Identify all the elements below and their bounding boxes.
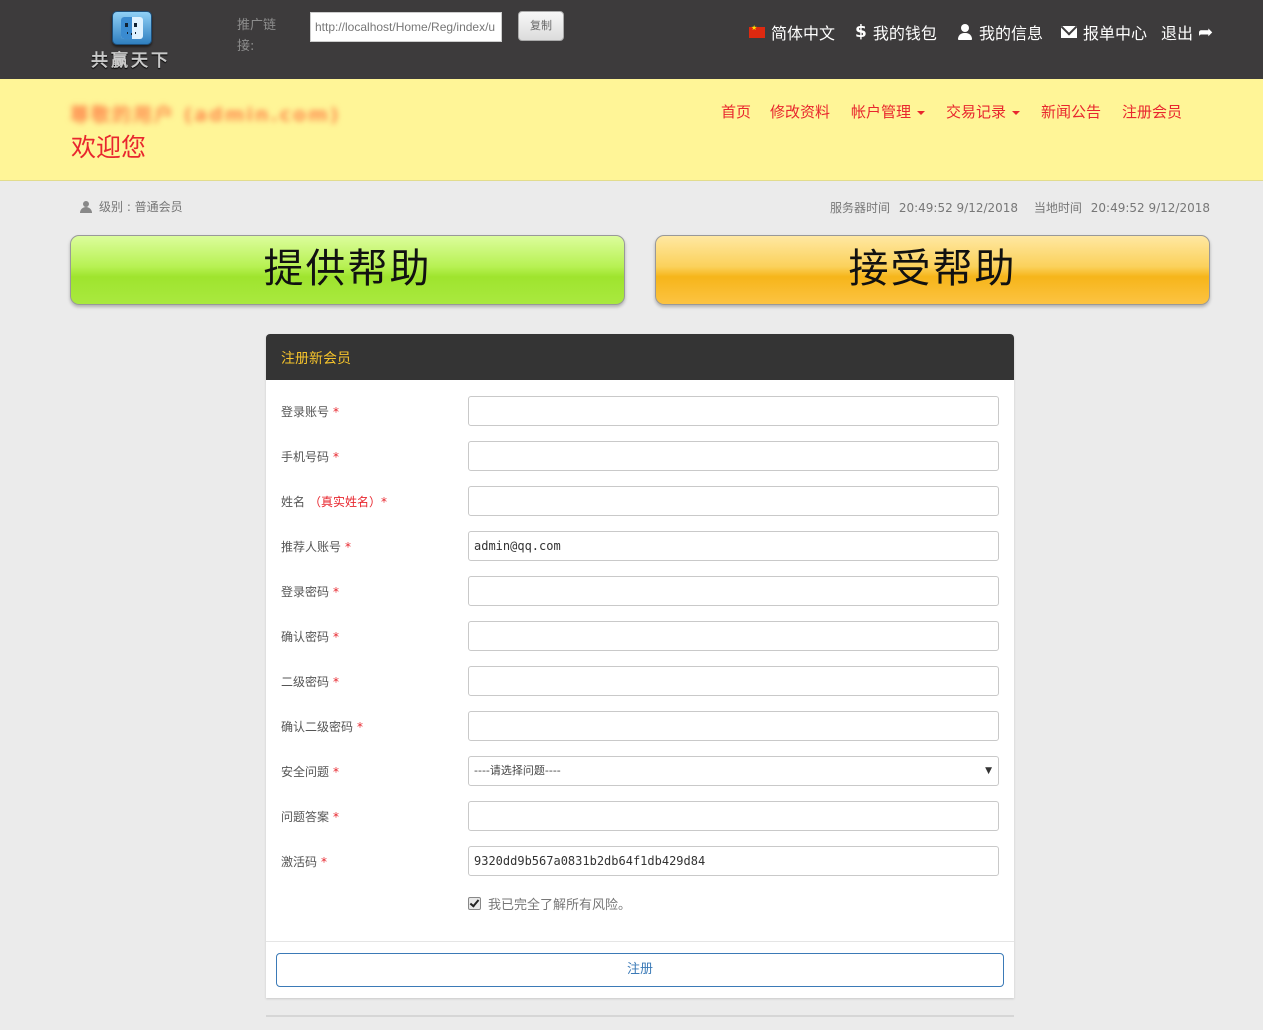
wallet-label: 我的钱包 <box>872 24 937 43</box>
user-name-blurred: 尊敬的用户 (admin.com) <box>70 104 341 126</box>
china-flag-icon <box>749 24 765 38</box>
member-level-text: 级别 : 普通会员 <box>99 200 183 214</box>
form-row-activation-code: 激活码 * 9320dd9b567a0831b2db64f1db429d84 <box>266 846 1014 876</box>
user-icon <box>80 200 92 213</box>
confirm-password-input[interactable] <box>468 621 999 651</box>
dropdown-arrow-icon: ▼ <box>985 766 992 776</box>
panel-divider <box>266 941 1014 942</box>
nav-account-management[interactable]: 帐户管理 <box>851 100 926 124</box>
activation-code-input[interactable]: 9320dd9b567a0831b2db64f1db429d84 <box>468 846 999 876</box>
copy-button[interactable]: 复制 <box>518 11 564 41</box>
answer-input[interactable] <box>468 801 999 831</box>
accept-help-button[interactable]: 接受帮助 <box>655 235 1210 305</box>
user-icon <box>957 24 973 40</box>
security-question-value: ----请选择问题---- <box>474 764 561 777</box>
password-input[interactable] <box>468 576 999 606</box>
agree-checkbox[interactable] <box>468 897 481 910</box>
nav-home[interactable]: 首页 <box>721 100 751 124</box>
register-submit-button[interactable]: 注册 <box>276 953 1004 987</box>
account-management-label: 帐户管理 <box>851 103 912 121</box>
member-level: 级别 : 普通会员 <box>80 198 183 215</box>
risk-agreement[interactable]: 我已完全了解所有风险。 <box>468 894 631 913</box>
share-arrow-icon: ➦ <box>1198 21 1214 43</box>
form-row-phone: 手机号码 * <box>266 441 1014 471</box>
field-label: 确认二级密码 * <box>281 720 364 734</box>
local-time-label: 当地时间 <box>1033 201 1082 215</box>
language-label: 简体中文 <box>771 24 836 43</box>
form-row-realname: 姓名 （真实姓名）* <box>266 486 1014 516</box>
my-info-label: 我的信息 <box>979 24 1044 43</box>
form-row-password: 登录密码 * <box>266 576 1014 606</box>
bottom-divider <box>266 1015 1014 1017</box>
field-label: 二级密码 * <box>281 675 340 689</box>
form-row-answer: 问题答案 * <box>266 801 1014 831</box>
nav-edit-profile[interactable]: 修改资料 <box>770 100 830 124</box>
user-header <box>0 79 1263 181</box>
field-label: 安全问题 * <box>281 765 340 779</box>
promo-link-label: 推广链接: <box>237 18 277 54</box>
local-time: 20:49:52 9/12/2018 <box>1090 201 1210 215</box>
welcome-text: 欢迎您 <box>71 133 147 162</box>
field-label: 问题答案 * <box>281 810 340 824</box>
phone-input[interactable] <box>468 441 999 471</box>
panel-header: 注册新会员 <box>266 334 1014 380</box>
form-row-security-question: 安全问题 * ----请选择问题---- ▼ <box>266 756 1014 786</box>
transactions-label: 交易记录 <box>946 103 1007 121</box>
logout-label: 退出 <box>1161 24 1194 43</box>
promo-link-input[interactable]: http://localhost/Home/Reg/index/u <box>310 12 502 42</box>
secondary-password-input[interactable] <box>468 666 999 696</box>
panel-title: 注册新会员 <box>281 351 351 367</box>
brand-name: 共赢天下 <box>91 51 171 71</box>
nav-news[interactable]: 新闻公告 <box>1041 100 1101 124</box>
language-switch[interactable]: 简体中文 <box>749 20 835 44</box>
nav-transactions[interactable]: 交易记录 <box>946 100 1021 124</box>
top-bar: 共赢天下 推广链接: http://localhost/Home/Reg/ind… <box>0 0 1263 79</box>
provide-help-button[interactable]: 提供帮助 <box>70 235 625 305</box>
order-center-label: 报单中心 <box>1083 24 1148 43</box>
referrer-input[interactable]: admin@qq.com <box>468 531 999 561</box>
field-label: 推荐人账号 * <box>281 540 352 554</box>
form-row-username: 登录账号 * <box>266 396 1014 426</box>
finder-face-icon <box>112 11 152 45</box>
nav-order-center[interactable]: 报单中心 <box>1061 20 1147 44</box>
field-label: 确认密码 * <box>281 630 340 644</box>
field-label: 手机号码 * <box>281 450 340 464</box>
form-row-confirm-password: 确认密码 * <box>266 621 1014 651</box>
field-label: 激活码 * <box>281 855 328 869</box>
form-row-confirm-secondary-password: 确认二级密码 * <box>266 711 1014 741</box>
username-input[interactable] <box>468 396 999 426</box>
field-label: 登录密码 * <box>281 585 340 599</box>
nav-my-info[interactable]: 我的信息 <box>957 20 1043 44</box>
dollar-icon: $ <box>855 22 867 42</box>
realname-input[interactable] <box>468 486 999 516</box>
site-logo[interactable]: 共赢天下 <box>86 8 176 72</box>
confirm-secondary-password-input[interactable] <box>468 711 999 741</box>
register-panel: 注册新会员 登录账号 * 手机号码 * 姓名 （真实姓名）* 推荐人账号 * admin… <box>266 334 1014 998</box>
caret-down-icon <box>917 110 926 115</box>
form-row-referrer: 推荐人账号 * admin@qq.com <box>266 531 1014 561</box>
security-question-select[interactable]: ----请选择问题---- ▼ <box>468 756 999 786</box>
form-row-secondary-password: 二级密码 * <box>266 666 1014 696</box>
field-label: 登录账号 * <box>281 405 340 419</box>
logout-link[interactable]: 退出 ➦ <box>1161 20 1213 44</box>
server-time: 20:49:52 9/12/2018 <box>898 201 1019 215</box>
agree-text: 我已完全了解所有风险。 <box>488 898 632 913</box>
field-label: 姓名 （真实姓名）* <box>281 495 388 509</box>
envelope-icon <box>1061 26 1077 38</box>
caret-down-icon <box>1012 110 1021 115</box>
nav-register-member[interactable]: 注册会员 <box>1122 100 1182 124</box>
clock-info: 服务器时间 20:49:52 9/12/2018 当地时间 20:49:52 9… <box>825 199 1210 216</box>
server-time-label: 服务器时间 <box>829 201 890 215</box>
nav-wallet[interactable]: $ 我的钱包 <box>855 20 937 44</box>
